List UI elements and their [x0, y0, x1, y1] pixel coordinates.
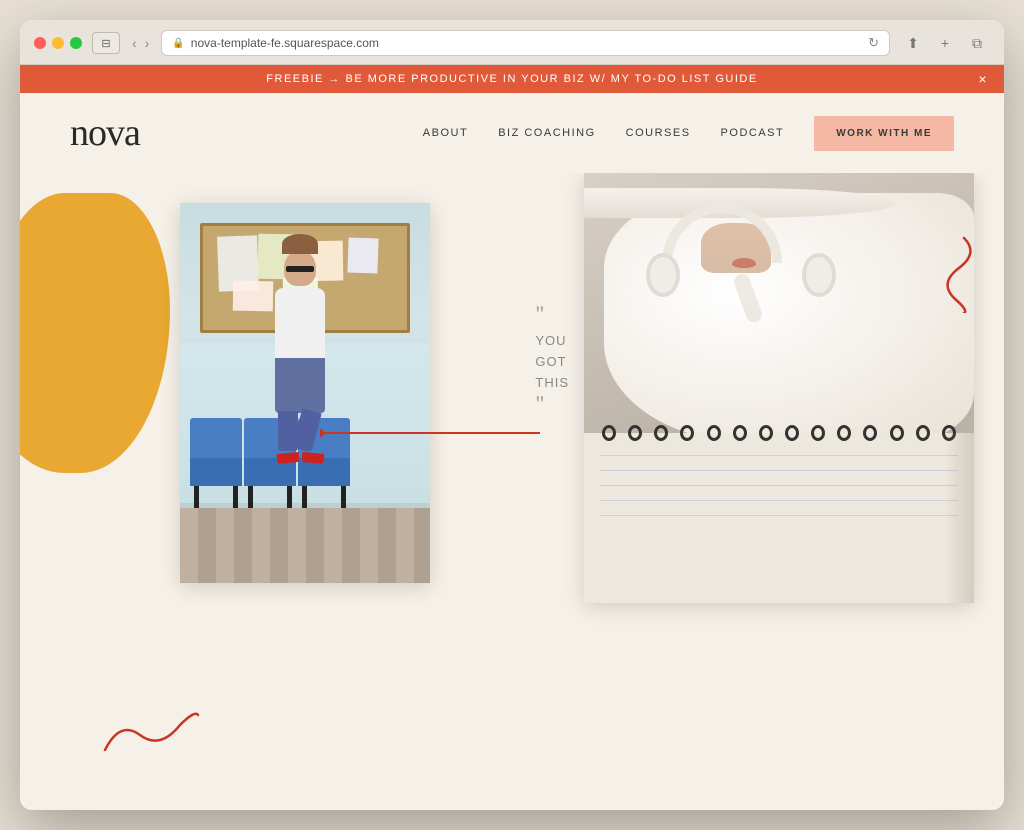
red-connector-line	[320, 413, 540, 453]
quote-area: " YOU GOT THIS "	[535, 303, 569, 421]
browser-chrome: ⊟ ‹ › 🔒 nova-template-fe.squarespace.com…	[20, 20, 1004, 65]
browser-window: ⊟ ‹ › 🔒 nova-template-fe.squarespace.com…	[20, 20, 1004, 810]
nav-biz-coaching[interactable]: BIZ COACHING	[498, 127, 595, 139]
back-arrow[interactable]: ‹	[130, 35, 139, 51]
share-button[interactable]: ⬆	[900, 32, 926, 54]
site-logo[interactable]: nova	[70, 111, 140, 155]
left-photo	[180, 203, 430, 583]
close-button[interactable]	[34, 37, 46, 49]
tabs-button[interactable]: ⧉	[964, 32, 990, 54]
main-content: " YOU GOT THIS "	[20, 173, 1004, 810]
sidebar-toggle[interactable]: ⊟	[92, 32, 120, 54]
nav-links: ABOUT BIZ COACHING COURSES PODCAST WORK …	[423, 116, 954, 151]
banner-close-button[interactable]: ×	[978, 71, 988, 87]
url-text: nova-template-fe.squarespace.com	[191, 36, 379, 50]
forward-arrow[interactable]: ›	[143, 35, 152, 51]
red-squiggle-bottom	[100, 700, 200, 760]
traffic-lights	[34, 37, 82, 49]
address-bar[interactable]: 🔒 nova-template-fe.squarespace.com ↻	[161, 30, 890, 56]
browser-actions: ⬆ + ⧉	[900, 32, 990, 54]
right-photo	[584, 173, 974, 603]
quote-open: "	[535, 303, 569, 325]
yellow-blob-decoration	[20, 193, 170, 473]
nav-podcast[interactable]: PODCAST	[721, 127, 785, 139]
new-tab-button[interactable]: +	[932, 32, 958, 54]
work-with-me-button[interactable]: WORK WITH ME	[814, 116, 954, 151]
red-squiggle-top	[924, 233, 984, 313]
banner-text: FREEBIE → BE MORE PRODUCTIVE IN YOUR BIZ…	[266, 73, 757, 85]
main-nav: nova ABOUT BIZ COACHING COURSES PODCAST …	[20, 93, 1004, 173]
nav-arrows: ‹ ›	[130, 35, 151, 51]
minimize-button[interactable]	[52, 37, 64, 49]
quote-line-1: YOU GOT THIS	[535, 331, 569, 393]
website: FREEBIE → BE MORE PRODUCTIVE IN YOUR BIZ…	[20, 65, 1004, 810]
nav-about[interactable]: ABOUT	[423, 127, 468, 139]
quote-close: "	[535, 393, 569, 415]
nav-courses[interactable]: COURSES	[626, 127, 691, 139]
refresh-icon[interactable]: ↻	[868, 35, 879, 51]
promo-banner: FREEBIE → BE MORE PRODUCTIVE IN YOUR BIZ…	[20, 65, 1004, 93]
fullscreen-button[interactable]	[70, 37, 82, 49]
lock-icon: 🔒	[172, 38, 184, 49]
